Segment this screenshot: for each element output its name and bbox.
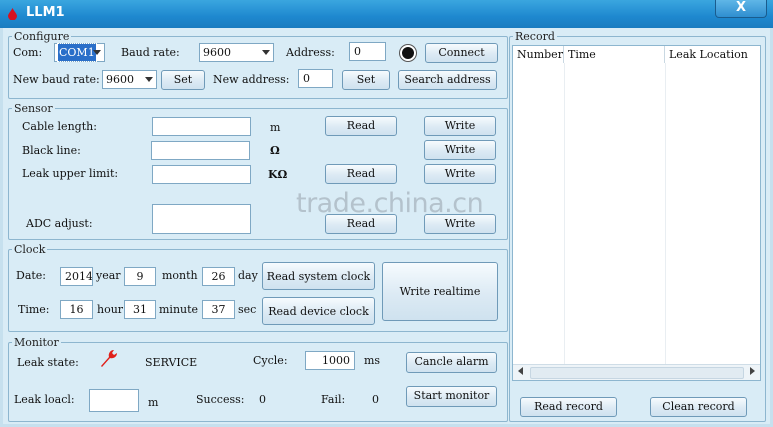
day-label: day xyxy=(238,269,258,282)
cycle-input[interactable]: 1000 xyxy=(305,351,355,370)
fail-count: 0 xyxy=(372,393,379,406)
date-label: Date: xyxy=(16,269,47,282)
column-divider xyxy=(564,63,565,364)
black-line-label: Black line: xyxy=(22,144,81,157)
leak-loacl-label: Leak loacl: xyxy=(14,393,75,406)
cable-length-input[interactable] xyxy=(152,117,251,136)
cable-length-label: Cable length: xyxy=(22,120,97,133)
set-baud-button[interactable]: Set xyxy=(161,70,205,90)
leak-state-value: SERVICE xyxy=(145,356,198,369)
com-select[interactable]: COM1 xyxy=(54,43,105,62)
minute-label: minute xyxy=(159,303,199,316)
address-input[interactable]: 0 xyxy=(349,42,386,61)
clean-record-button[interactable]: Clean record xyxy=(650,397,747,417)
black-line-write-button[interactable]: Write xyxy=(424,140,496,160)
column-divider xyxy=(665,63,666,364)
cable-length-read-button[interactable]: Read xyxy=(325,116,397,136)
chevron-down-icon xyxy=(93,50,101,55)
month-label: month xyxy=(162,269,198,282)
com-label: Com: xyxy=(13,46,43,59)
connection-status-indicator[interactable] xyxy=(400,45,416,61)
black-line-unit: Ω xyxy=(270,144,280,157)
com-select-value: COM1 xyxy=(57,43,97,62)
month-input[interactable]: 9 xyxy=(124,267,156,286)
success-count: 0 xyxy=(259,393,266,406)
new-baud-rate-select[interactable]: 9600 xyxy=(102,70,157,89)
leak-upper-limit-read-button[interactable]: Read xyxy=(325,164,397,184)
day-input[interactable]: 26 xyxy=(202,267,235,286)
baud-rate-select[interactable]: 9600 xyxy=(199,43,274,62)
new-address-input[interactable]: 0 xyxy=(298,69,333,88)
clock-legend: Clock xyxy=(14,243,46,256)
new-address-label: New address: xyxy=(213,73,290,86)
cancel-alarm-button[interactable]: Cancle alarm xyxy=(406,352,497,373)
baud-rate-label: Baud rate: xyxy=(121,46,180,59)
scrollbar-thumb[interactable] xyxy=(530,367,744,379)
leak-upper-limit-input[interactable] xyxy=(152,165,251,184)
write-realtime-button[interactable]: Write realtime xyxy=(382,262,498,321)
read-device-clock-button[interactable]: Read device clock xyxy=(262,297,375,325)
wrench-icon xyxy=(101,350,117,367)
scroll-left-icon[interactable] xyxy=(518,367,523,375)
read-record-button[interactable]: Read record xyxy=(520,397,617,417)
hour-input[interactable]: 16 xyxy=(60,300,93,319)
second-input[interactable]: 37 xyxy=(202,300,235,319)
minute-input[interactable]: 31 xyxy=(124,300,156,319)
baud-rate-value: 9600 xyxy=(203,46,231,59)
chevron-down-icon xyxy=(262,50,270,55)
fail-label: Fail: xyxy=(321,393,346,406)
monitor-legend: Monitor xyxy=(14,336,59,349)
leak-loacl-unit: m xyxy=(148,396,159,409)
horizontal-scrollbar[interactable] xyxy=(513,364,760,380)
read-system-clock-button[interactable]: Read system clock xyxy=(262,262,375,290)
leak-upper-limit-label: Leak upper limit: xyxy=(22,167,119,180)
year-input[interactable]: 2014 xyxy=(60,267,93,286)
start-monitor-button[interactable]: Start monitor xyxy=(406,386,497,407)
set-address-button[interactable]: Set xyxy=(342,70,390,90)
scroll-right-icon[interactable] xyxy=(750,367,755,375)
success-label: Success: xyxy=(196,393,245,406)
monitor-group: Monitor xyxy=(8,336,508,422)
leak-loacl-input[interactable] xyxy=(89,389,139,412)
column-header-time[interactable]: Time xyxy=(564,46,665,63)
address-label: Address: xyxy=(286,46,335,59)
black-line-input[interactable] xyxy=(151,141,250,160)
app-drop-icon xyxy=(8,8,17,20)
new-baud-rate-label: New baud rate: xyxy=(13,73,100,86)
new-baud-rate-value: 9600 xyxy=(106,73,134,86)
configure-legend: Configure xyxy=(14,30,70,43)
close-button[interactable]: X xyxy=(715,0,767,18)
record-legend: Record xyxy=(515,30,555,43)
cable-length-unit: m xyxy=(270,121,281,134)
chevron-down-icon xyxy=(145,77,153,82)
record-list[interactable]: Number Time Leak Location xyxy=(512,45,761,381)
connect-button[interactable]: Connect xyxy=(425,43,498,63)
cycle-label: Cycle: xyxy=(253,354,288,367)
watermark-text: trade.china.cn xyxy=(296,188,484,219)
second-label: sec xyxy=(238,303,257,316)
window-title: LLM1 xyxy=(26,5,65,20)
cable-length-write-button[interactable]: Write xyxy=(424,116,496,136)
leak-upper-limit-unit: KΩ xyxy=(268,168,288,181)
title-bar: LLM1 X xyxy=(0,0,773,28)
adc-adjust-label: ADC adjust: xyxy=(26,217,93,230)
sensor-legend: Sensor xyxy=(14,102,53,115)
cycle-unit: ms xyxy=(364,354,381,367)
time-label: Time: xyxy=(18,303,50,316)
adc-adjust-input[interactable] xyxy=(152,204,251,234)
search-address-button[interactable]: Search address xyxy=(398,70,497,90)
year-label: year xyxy=(96,269,121,282)
hour-label: hour xyxy=(97,303,124,316)
leak-upper-limit-write-button[interactable]: Write xyxy=(424,164,496,184)
column-header-leak-location[interactable]: Leak Location xyxy=(665,46,760,63)
column-header-number[interactable]: Number xyxy=(513,46,564,63)
leak-state-label: Leak state: xyxy=(17,356,79,369)
